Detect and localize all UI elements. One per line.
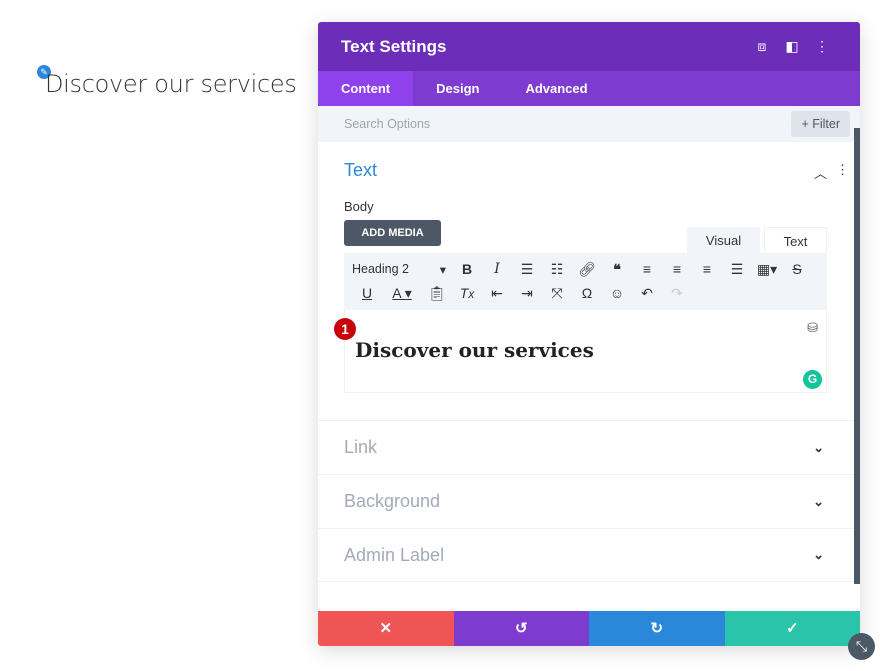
chevron-down-icon: ⌄ xyxy=(813,493,824,509)
underline-icon[interactable]: U xyxy=(352,285,382,301)
special-character-icon[interactable]: Ω xyxy=(572,285,602,301)
format-select[interactable]: Heading 2 ▾ xyxy=(352,262,452,277)
text-tab[interactable]: Text xyxy=(764,227,827,254)
dynamic-content-icon[interactable]: ⛁ xyxy=(807,320,818,336)
resize-handle-icon[interactable]: ⤡ xyxy=(848,633,875,660)
align-right-icon[interactable]: ≡ xyxy=(692,261,722,277)
filter-button[interactable]: + Filter xyxy=(791,111,850,137)
chevron-up-icon[interactable]: ︿ xyxy=(814,163,827,182)
emoji-icon[interactable]: ☺ xyxy=(602,285,632,301)
align-left-icon[interactable]: ≡ xyxy=(632,261,662,277)
tab-advanced[interactable]: Advanced xyxy=(502,71,610,106)
align-center-icon[interactable]: ≡ xyxy=(662,261,692,277)
clear-formatting-icon[interactable]: Tx xyxy=(452,285,482,301)
step-badge: 1 xyxy=(334,318,356,340)
visual-tab[interactable]: Visual xyxy=(687,227,760,254)
section-link-title: Link xyxy=(344,437,378,457)
panel-footer: ✕ ↺ ↻ ✓ xyxy=(318,611,860,646)
search-input[interactable]: Search Options xyxy=(344,117,791,131)
undo-button[interactable]: ↺ xyxy=(453,611,589,646)
text-settings-panel: Text Settings ⧈ ◧ ⋮ Content Design Advan… xyxy=(318,22,860,646)
add-media-button[interactable]: ADD MEDIA xyxy=(344,220,441,246)
search-bar: Search Options + Filter xyxy=(318,106,860,142)
format-select-value: Heading 2 xyxy=(352,261,409,276)
split-view-icon[interactable]: ◧ xyxy=(777,38,807,55)
section-admin-label-title: Admin Label xyxy=(344,544,445,565)
section-menu-icon[interactable]: ⋮ xyxy=(836,162,849,178)
outdent-icon[interactable]: ⇤ xyxy=(482,285,512,302)
save-button[interactable]: ✓ xyxy=(724,611,860,646)
tab-design[interactable]: Design xyxy=(413,71,502,106)
undo-icon[interactable]: ↶ xyxy=(632,285,662,302)
fullscreen-icon[interactable]: ⧈ xyxy=(747,38,777,55)
link-icon[interactable]: 🔗︎ xyxy=(572,261,602,278)
fullscreen-editor-icon[interactable]: ⤧ xyxy=(542,285,572,302)
strikethrough-icon[interactable]: S xyxy=(782,261,812,277)
chevron-down-icon: ⌄ xyxy=(813,547,824,562)
text-color-icon[interactable]: A ▾ xyxy=(382,285,422,302)
paste-text-icon[interactable]: 📋︎ xyxy=(422,285,452,302)
numbered-list-icon[interactable]: ☷ xyxy=(542,261,572,278)
section-admin-label[interactable]: Admin Label ⌄ xyxy=(318,528,854,582)
redo-button[interactable]: ↻ xyxy=(589,611,725,646)
section-link[interactable]: Link ⌄ xyxy=(318,420,854,474)
body-label: Body xyxy=(344,199,374,214)
redo-icon[interactable]: ↷ xyxy=(662,285,692,302)
bullet-list-icon[interactable]: ☰ xyxy=(512,261,542,278)
italic-icon[interactable]: I xyxy=(482,261,512,277)
panel-title: Text Settings xyxy=(341,36,447,56)
section-background[interactable]: Background ⌄ xyxy=(318,474,854,528)
editor-content[interactable]: Discover our services ⛁ G xyxy=(344,310,827,393)
table-icon[interactable]: ▦▾ xyxy=(752,261,782,278)
tab-content[interactable]: Content xyxy=(318,71,414,106)
scrollbar[interactable] xyxy=(854,128,860,584)
bold-icon[interactable]: B xyxy=(452,261,482,277)
heading-text[interactable]: Discover our services xyxy=(355,338,594,362)
more-options-icon[interactable]: ⋮ xyxy=(807,38,837,55)
editor-toolbar: Heading 2 ▾ B I ☰ ☷ 🔗︎ ❝ ≡ ≡ ≡ ☰ ▦▾ S U A… xyxy=(344,253,827,310)
section-background-title: Background xyxy=(344,491,441,511)
indent-icon[interactable]: ⇥ xyxy=(512,285,542,302)
blockquote-icon[interactable]: ❝ xyxy=(602,261,632,278)
justify-icon[interactable]: ☰ xyxy=(722,261,752,278)
grammarly-icon[interactable]: G xyxy=(803,370,822,389)
cancel-button[interactable]: ✕ xyxy=(318,611,454,646)
page-text-module[interactable]: Discover our services xyxy=(45,70,297,98)
panel-tabs: Content Design Advanced xyxy=(318,71,860,106)
panel-header: Text Settings ⧈ ◧ ⋮ xyxy=(318,22,860,71)
text-section-title[interactable]: Text xyxy=(344,160,377,181)
chevron-down-icon: ⌄ xyxy=(813,439,824,455)
caret-down-icon: ▾ xyxy=(439,262,446,277)
